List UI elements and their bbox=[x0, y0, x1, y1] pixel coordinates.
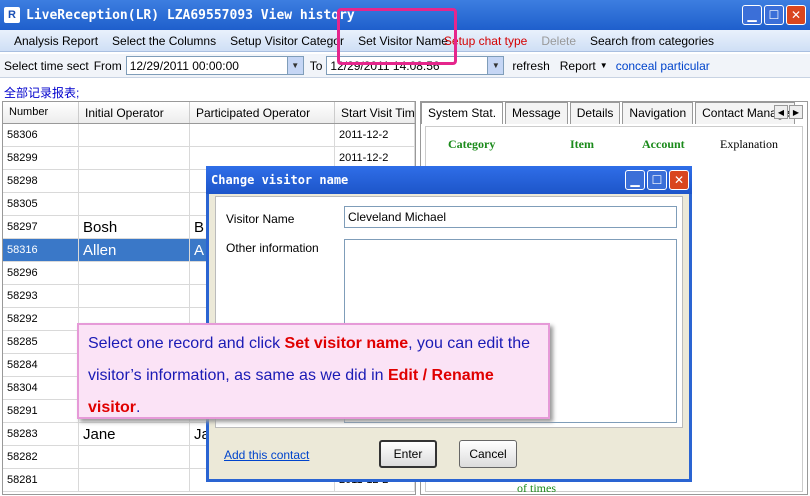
tab-navigation[interactable]: Navigation bbox=[622, 102, 694, 124]
highlight-box bbox=[337, 8, 457, 65]
chevron-right-icon[interactable]: ▶ bbox=[789, 105, 803, 119]
table-cell-num: 58291 bbox=[3, 400, 79, 422]
table-cell-init bbox=[79, 285, 190, 307]
table-cell-init bbox=[79, 124, 190, 146]
menu-analysis-report[interactable]: Analysis Report bbox=[14, 34, 98, 48]
table-header: Number Initial Operator Participated Ope… bbox=[3, 102, 415, 124]
instruction-callout: Select one record and click Set visitor … bbox=[77, 323, 550, 419]
chevron-left-icon[interactable]: ◀ bbox=[774, 105, 788, 119]
conceal-link[interactable]: conceal particular bbox=[616, 59, 710, 73]
table-cell-num: 58293 bbox=[3, 285, 79, 307]
enter-button[interactable]: Enter bbox=[379, 440, 437, 468]
menu-select-columns[interactable]: Select the Columns bbox=[112, 34, 216, 48]
window-title: LiveReception(LR) LZA69557093 View histo… bbox=[26, 7, 355, 23]
time-label: Select time sect bbox=[4, 58, 89, 73]
table-cell-init bbox=[79, 170, 190, 192]
chevron-down-icon[interactable]: ▼ bbox=[286, 57, 303, 74]
menu-delete: Delete bbox=[541, 33, 576, 48]
tab-message[interactable]: Message bbox=[505, 102, 568, 124]
stat-col-explanation: Explanation bbox=[720, 137, 778, 151]
table-cell-init bbox=[79, 193, 190, 215]
table-cell-num: 58306 bbox=[3, 124, 79, 146]
callout-highlight-set-name: Set visitor name bbox=[284, 335, 409, 352]
menu-setup-visitor-categories[interactable]: Setup Visitor Categories bbox=[230, 34, 344, 48]
table-cell-num: 58282 bbox=[3, 446, 79, 468]
to-label: To bbox=[309, 58, 323, 73]
table-cell-init bbox=[79, 446, 190, 468]
table-cell-num: 58305 bbox=[3, 193, 79, 215]
dialog-titlebar: Change visitor name ▁ ☐ ✕ bbox=[206, 166, 692, 194]
col-participated-operator[interactable]: Participated Operator bbox=[190, 102, 335, 123]
visitor-name-label: Visitor Name bbox=[226, 212, 295, 226]
table-cell-init: Jane bbox=[79, 423, 190, 445]
stat-col-account: Account bbox=[642, 137, 685, 151]
tab-details[interactable]: Details bbox=[569, 102, 621, 124]
table-cell-num: 58284 bbox=[3, 354, 79, 376]
menu-search-categories[interactable]: Search from categories bbox=[590, 34, 714, 48]
tab-system-stat[interactable]: System Stat. bbox=[421, 102, 504, 124]
stat-col-item: Item bbox=[570, 137, 594, 151]
table-cell-num: 58285 bbox=[3, 331, 79, 353]
table-cell-init: Bosh bbox=[79, 216, 190, 238]
table-cell-num: 58283 bbox=[3, 423, 79, 445]
table-cell-init bbox=[79, 147, 190, 169]
chevron-down-icon[interactable]: ▼ bbox=[487, 57, 504, 74]
from-date-input[interactable]: 12/29/2011 00:00:00 ▼ bbox=[125, 56, 304, 75]
minimize-button[interactable]: ▁ bbox=[742, 5, 762, 25]
table-cell-part bbox=[190, 124, 335, 146]
table-cell-num: 58296 bbox=[3, 262, 79, 284]
col-start-visit[interactable]: Start Visit Time bbox=[335, 102, 415, 123]
other-info-label: Other information bbox=[226, 241, 319, 255]
app-icon: R bbox=[4, 7, 20, 23]
col-number[interactable]: Number bbox=[3, 102, 79, 123]
refresh-button[interactable]: refresh bbox=[512, 59, 549, 73]
table-cell-init: Allen bbox=[79, 239, 190, 261]
chevron-down-icon[interactable]: ▼ bbox=[600, 61, 608, 70]
table-cell-num: 58298 bbox=[3, 170, 79, 192]
table-cell-init bbox=[79, 469, 190, 491]
table-cell-start: 2011-12-2 bbox=[335, 124, 415, 146]
table-cell-num: 58304 bbox=[3, 377, 79, 399]
dialog-close-button[interactable]: ✕ bbox=[669, 170, 689, 190]
table-cell-num: 58281 bbox=[3, 469, 79, 491]
add-contact-link[interactable]: Add this contact bbox=[224, 448, 309, 462]
from-label: From bbox=[93, 58, 122, 73]
table-cell-num: 58316 bbox=[3, 239, 79, 261]
table-cell-num: 58292 bbox=[3, 308, 79, 330]
table-row[interactable]: 58306 2011-12-2 bbox=[3, 124, 415, 147]
table-cell-num: 58299 bbox=[3, 147, 79, 169]
report-header: 全部记录报表; bbox=[4, 86, 80, 100]
dialog-minimize-button[interactable]: ▁ bbox=[625, 170, 645, 190]
table-cell-num: 58297 bbox=[3, 216, 79, 238]
stat-footer-text: of times bbox=[517, 481, 556, 495]
table-cell-init bbox=[79, 262, 190, 284]
col-initial-operator[interactable]: Initial Operator bbox=[79, 102, 190, 123]
visitor-name-input[interactable]: Cleveland Michael bbox=[344, 206, 677, 228]
stat-col-category: Category bbox=[448, 137, 496, 151]
close-button[interactable]: ✕ bbox=[786, 5, 806, 25]
dialog-maximize-button[interactable]: ☐ bbox=[647, 170, 667, 190]
cancel-button[interactable]: Cancel bbox=[459, 440, 517, 468]
maximize-button[interactable]: ☐ bbox=[764, 5, 784, 25]
report-dropdown[interactable]: Report bbox=[560, 59, 596, 73]
dialog-title: Change visitor name bbox=[211, 173, 349, 187]
